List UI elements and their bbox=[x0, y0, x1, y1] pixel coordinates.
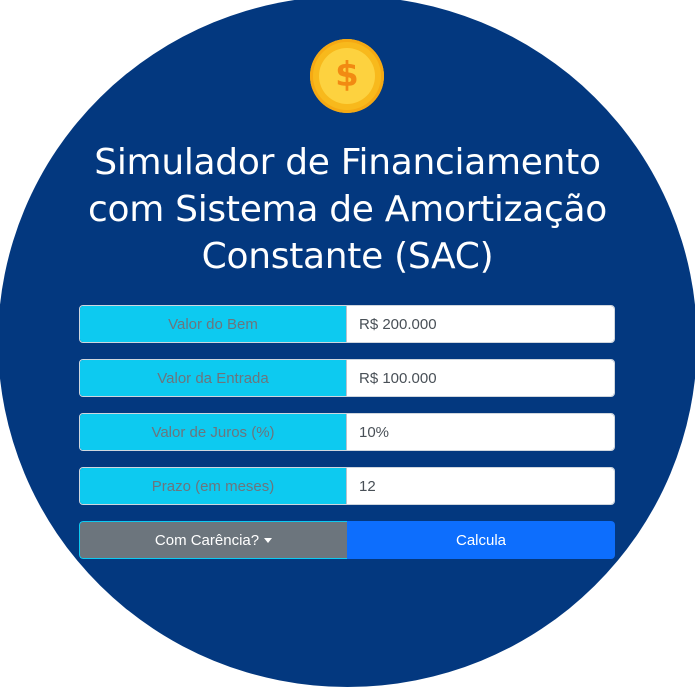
action-button-group: Com Carência? Calcula bbox=[79, 521, 615, 559]
valor-bem-group: Valor do Bem bbox=[79, 305, 615, 343]
coin-face: $ bbox=[319, 48, 375, 104]
dollar-sign-icon: $ bbox=[335, 55, 359, 95]
prazo-label: Prazo (em meses) bbox=[80, 468, 347, 504]
dollar-coin-icon: $ bbox=[310, 39, 384, 113]
page-title: Simulador de Financiamento com Sistema d… bbox=[0, 139, 695, 280]
caret-down-icon bbox=[264, 538, 273, 543]
valor-bem-input[interactable] bbox=[347, 306, 614, 342]
title-line-2: com Sistema de Amortização bbox=[88, 189, 607, 230]
prazo-group: Prazo (em meses) bbox=[79, 467, 615, 505]
calcula-button[interactable]: Calcula bbox=[347, 521, 615, 559]
valor-entrada-group: Valor da Entrada bbox=[79, 359, 615, 397]
valor-juros-group: Valor de Juros (%) bbox=[79, 413, 615, 451]
valor-entrada-input[interactable] bbox=[347, 360, 614, 396]
valor-bem-label: Valor do Bem bbox=[80, 306, 347, 342]
valor-juros-input[interactable] bbox=[347, 414, 614, 450]
title-line-3: Constante (SAC) bbox=[201, 236, 494, 277]
com-carencia-label: Com Carência? bbox=[154, 531, 260, 549]
valor-entrada-label: Valor da Entrada bbox=[80, 360, 347, 396]
com-carencia-dropdown-button[interactable]: Com Carência? bbox=[79, 521, 347, 559]
calcula-label: Calcula bbox=[455, 531, 507, 549]
page: $ Simulador de Financiamento com Sistema… bbox=[0, 0, 695, 687]
prazo-input[interactable] bbox=[347, 468, 614, 504]
title-line-1: Simulador de Financiamento bbox=[94, 142, 601, 183]
valor-juros-label: Valor de Juros (%) bbox=[80, 414, 347, 450]
